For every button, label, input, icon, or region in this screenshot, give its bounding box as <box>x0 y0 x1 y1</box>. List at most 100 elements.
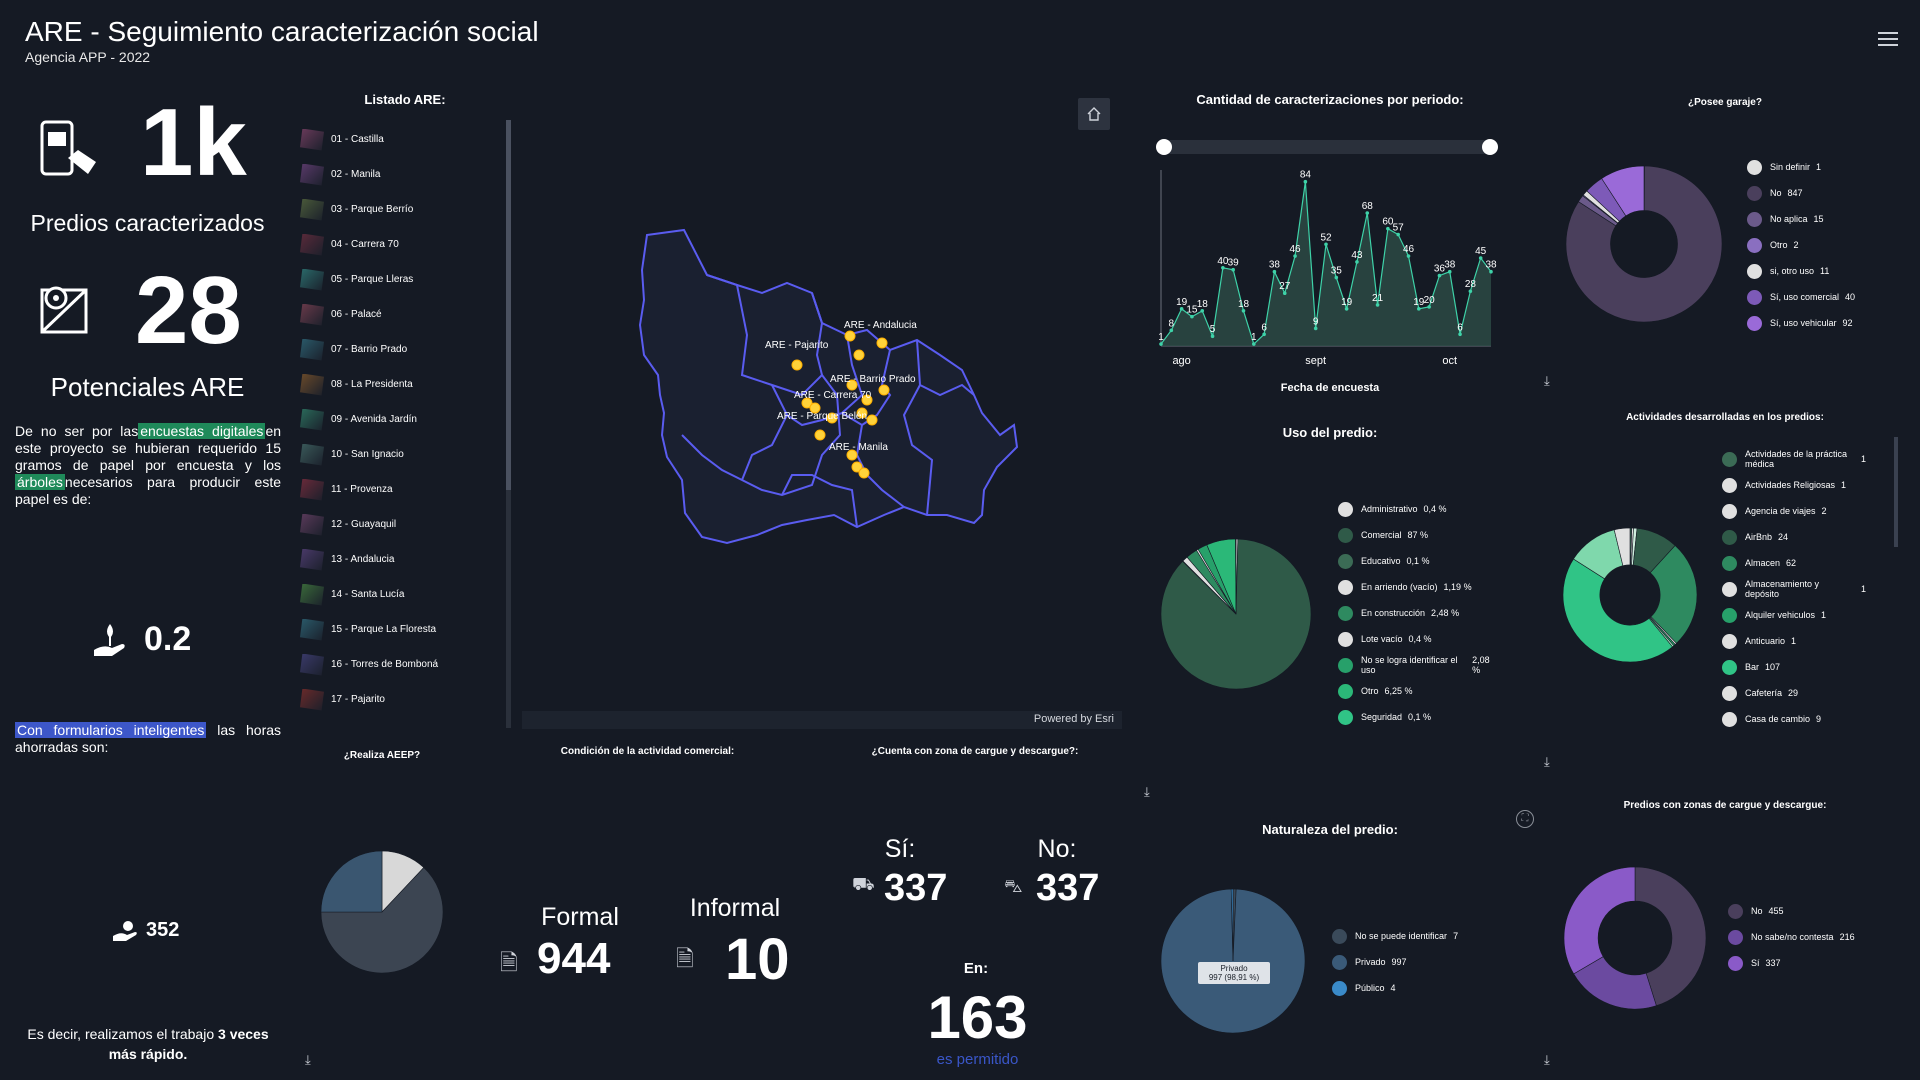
legend-swatch <box>1747 263 1762 279</box>
are-list-item[interactable]: 17 - Pajarito <box>300 682 510 717</box>
actividades-donut[interactable] <box>1562 527 1698 663</box>
legend-swatch <box>1722 607 1737 623</box>
legend-item[interactable]: Sí, uso vehicular 92 <box>1747 310 1907 336</box>
are-list-item[interactable]: 12 - Guayaquil <box>300 507 510 542</box>
legend-item[interactable]: No se puede identificar 7 <box>1332 923 1492 949</box>
predios-label: Predios caracterizados <box>30 210 265 236</box>
activity-scrollbar[interactable] <box>1894 437 1898 547</box>
legend-label: Privado <box>1355 957 1386 967</box>
legend-item[interactable]: Sin definir 1 <box>1747 154 1907 180</box>
menu-icon[interactable] <box>1878 32 1898 46</box>
legend-item[interactable]: Educativo 0,1 % <box>1338 548 1498 574</box>
are-list-item[interactable]: 06 - Palacé <box>300 297 510 332</box>
legend-item[interactable]: Anticuario 1 <box>1722 628 1882 654</box>
legend-label: Educativo <box>1361 556 1401 566</box>
are-list-item[interactable]: 09 - Avenida Jardín <box>300 402 510 437</box>
legend-item[interactable]: Alquiler vehiculos 1 <box>1722 602 1882 628</box>
legend-item[interactable]: No 455 <box>1728 898 1898 924</box>
garaje-donut[interactable] <box>1565 165 1723 323</box>
pie-slice[interactable] <box>320 850 383 913</box>
legend-item[interactable]: No 847 <box>1747 180 1907 206</box>
legend-item[interactable]: Almacen 62 <box>1722 550 1882 576</box>
legend-item[interactable]: Sí 337 <box>1728 950 1898 976</box>
uso-pie[interactable] <box>1160 538 1312 690</box>
legend-item[interactable]: Lote vacío 0,4 % <box>1338 626 1498 652</box>
download-icon-uso[interactable]: ⤓ <box>1544 754 1550 770</box>
home-button[interactable] <box>1078 98 1110 130</box>
legend-item[interactable]: No se logra identificar el uso 2,08 % <box>1338 652 1498 678</box>
are-list-item[interactable]: 04 - Carrera 70 <box>300 227 510 262</box>
legend-item[interactable]: No sabe/no contesta 216 <box>1728 924 1898 950</box>
fullscreen-icon[interactable]: ⛶ <box>1516 810 1534 828</box>
are-list-item[interactable]: 11 - Provenza <box>300 472 510 507</box>
download-icon-zona[interactable]: ⤓ <box>1144 784 1150 800</box>
informal-value: 10 <box>725 927 790 992</box>
are-list-item[interactable]: 15 - Parque La Floresta <box>300 612 510 647</box>
legend-item[interactable]: Actividades Religiosas 1 <box>1722 472 1882 498</box>
are-list-item[interactable]: 07 - Barrio Prado <box>300 332 510 367</box>
legend-item[interactable]: Casa de cambio 9 <box>1722 706 1882 732</box>
download-icon-line[interactable]: ⤓ <box>1544 373 1550 389</box>
legend-item[interactable]: Otro 2 <box>1747 232 1907 258</box>
pie-slice[interactable] <box>1563 866 1636 975</box>
legend-item[interactable]: Privado 997 <box>1332 949 1492 975</box>
are-map[interactable]: ARE - Andalucia ARE - Pajarito ARE - Bar… <box>522 95 1122 731</box>
download-icon-cargue[interactable]: ⤓ <box>1544 1052 1550 1068</box>
legend-item[interactable]: En construcción 2,48 % <box>1338 600 1498 626</box>
legend-item[interactable]: Almacenamiento y depósito 1 <box>1722 576 1882 602</box>
legend-swatch <box>1332 980 1347 996</box>
legend-item[interactable]: En arriendo (vacío) 1,19 % <box>1338 574 1498 600</box>
line-chart[interactable]: 18191518540 39181638274684952351943682160… <box>1155 160 1505 370</box>
are-list-item[interactable]: 16 - Torres de Bomboná <box>300 647 510 682</box>
download-icon-aeep[interactable]: ⤓ <box>305 1052 311 1068</box>
are-list-item[interactable]: 10 - San Ignacio <box>300 437 510 472</box>
legend-item[interactable]: AirBnb 24 <box>1722 524 1882 550</box>
legend-item[interactable]: Otro 6,25 % <box>1338 678 1498 704</box>
legend-item[interactable]: Cafetería 29 <box>1722 680 1882 706</box>
legend-value: 337 <box>1765 958 1781 968</box>
are-list-item[interactable]: 13 - Andalucia <box>300 542 510 577</box>
are-list-item-label: 12 - Guayaquil <box>331 519 397 530</box>
map-label-parque-belen: ARE - Parque Belén <box>777 411 868 422</box>
garaje-title: ¿Posee garaje? <box>1688 97 1762 108</box>
are-list-item[interactable]: 01 - Castilla <box>300 122 510 157</box>
list-scrollbar[interactable] <box>506 120 511 728</box>
slider-handle-left[interactable] <box>1156 139 1172 155</box>
data-label: 38 <box>1485 260 1497 271</box>
legend-item[interactable]: Bar 107 <box>1722 654 1882 680</box>
are-list-item[interactable]: 08 - La Presidenta <box>300 367 510 402</box>
x-tick-label: oct <box>1442 355 1457 367</box>
aeep-pie[interactable] <box>320 850 444 974</box>
cargue-donut[interactable] <box>1563 866 1707 1010</box>
legend-item[interactable]: Comercial 87 % <box>1338 522 1498 548</box>
legend-label: Sí <box>1751 958 1760 968</box>
legend-value: 1 <box>1816 162 1822 172</box>
polygon-swatch-icon <box>300 338 324 361</box>
legend-item[interactable]: Seguridad 0,1 % <box>1338 704 1498 730</box>
are-list[interactable]: 01 - Castilla 02 - Manila 03 - Parque Berr… <box>300 122 510 728</box>
naturaleza-pie[interactable] <box>1160 888 1306 1034</box>
are-list-item[interactable]: 03 - Parque Berrío <box>300 192 510 227</box>
legend-item[interactable]: Público 4 <box>1332 975 1492 1001</box>
formal-label: Formal <box>541 903 619 931</box>
data-label: 27 <box>1279 281 1291 292</box>
are-list-item[interactable]: 14 - Santa Lucía <box>300 577 510 612</box>
legend-swatch <box>1722 503 1737 519</box>
time-slider[interactable] <box>1156 139 1498 155</box>
legend-item[interactable]: Sí, uso comercial 40 <box>1747 284 1907 310</box>
legend-value: 1 <box>1791 636 1797 646</box>
legend-item[interactable]: Agencia de viajes 2 <box>1722 498 1882 524</box>
closing-text: Es decir, realizamos el trabajo 3 veces … <box>27 1026 269 1062</box>
document-icon-formal: 🗎 <box>500 950 518 975</box>
legend-item[interactable]: Administrativo 0,4 % <box>1338 496 1498 522</box>
data-label: 38 <box>1269 260 1281 271</box>
legend-item[interactable]: No aplica 15 <box>1747 206 1907 232</box>
legend-item[interactable]: si, otro uso 11 <box>1747 258 1907 284</box>
are-list-item[interactable]: 05 - Parque Lleras <box>300 262 510 297</box>
are-list-item-label: 06 - Palacé <box>331 309 382 320</box>
slider-handle-right[interactable] <box>1482 139 1498 155</box>
legend-value: 216 <box>1839 932 1855 942</box>
legend-item[interactable]: Actividades de la práctica médica 1 <box>1722 446 1882 472</box>
polygon-swatch-icon <box>300 688 324 711</box>
are-list-item[interactable]: 02 - Manila <box>300 157 510 192</box>
